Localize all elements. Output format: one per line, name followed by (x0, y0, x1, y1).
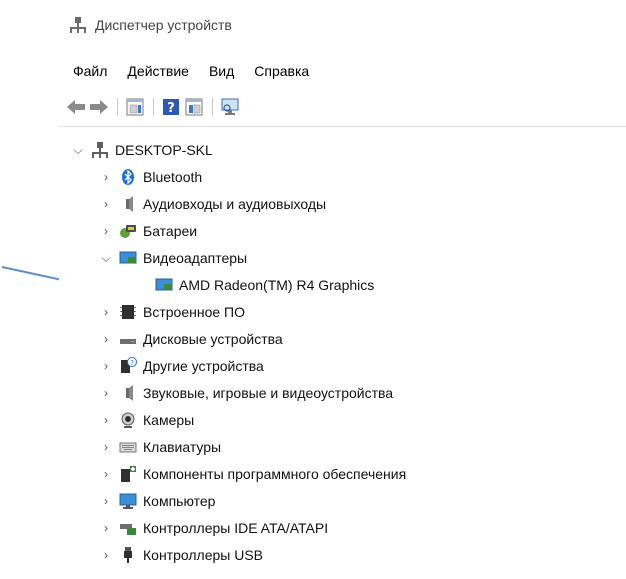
tree-item-batteries[interactable]: › Батареи (99, 219, 197, 243)
tree-item-audio-io[interactable]: › Аудиовходы и аудиовыходы (99, 192, 326, 216)
tree-item-label: Батареи (143, 223, 198, 239)
toolbar: ? (65, 96, 242, 118)
scan-hardware-button[interactable] (219, 96, 241, 118)
tree-item-label: Дисковые устройства (143, 331, 283, 347)
computer-icon (91, 141, 109, 159)
usb-icon (119, 546, 137, 564)
help-icon: ? (163, 99, 179, 116)
software-component-icon (119, 465, 137, 483)
tree-item-label: Контроллеры IDE ATA/ATAPI (143, 520, 329, 536)
tree-item-label: Клавиатуры (143, 439, 222, 455)
chevron-right-icon[interactable]: › (99, 467, 113, 481)
monitor-icon (119, 492, 137, 510)
chevron-right-icon[interactable]: › (99, 359, 113, 373)
chevron-right-icon[interactable]: › (99, 170, 113, 184)
device-manager-app-icon (69, 16, 87, 34)
tree-item-cameras[interactable]: › Камеры (99, 408, 194, 432)
tree-item-usb-controllers[interactable]: › Контроллеры USB (99, 543, 263, 567)
menu-file[interactable]: Файл (73, 61, 107, 81)
tree-item-label: Контроллеры USB (143, 547, 263, 563)
tree-item-display-adapters[interactable]: ⌵ Видеоадаптеры (99, 246, 247, 270)
forward-button[interactable] (88, 96, 110, 118)
tree-item-firmware[interactable]: › Встроенное ПО (99, 300, 245, 324)
display-adapter-icon (155, 276, 173, 294)
chevron-right-icon[interactable]: › (99, 332, 113, 346)
menu-help[interactable]: Справка (254, 61, 309, 81)
properties-icon (126, 98, 144, 116)
tree-root-label: DESKTOP-SKL (115, 142, 213, 158)
disk-drive-icon (119, 330, 137, 348)
monitor-scan-icon (221, 98, 239, 115)
forward-arrow-icon (90, 100, 108, 114)
svg-text:?: ? (130, 359, 134, 367)
menu-action[interactable]: Действие (127, 61, 189, 81)
tree-item-software-components[interactable]: › Компоненты программного обеспечения (99, 462, 406, 486)
bluetooth-icon (119, 168, 137, 186)
chevron-right-icon[interactable]: › (99, 413, 113, 427)
chevron-right-icon[interactable]: › (99, 197, 113, 211)
toolbar-divider (59, 126, 626, 127)
ide-controller-icon (119, 519, 137, 537)
help-button[interactable]: ? (160, 96, 182, 118)
svg-text:?: ? (167, 101, 175, 116)
speaker-icon (119, 195, 137, 213)
update-driver-icon (185, 98, 203, 116)
display-adapter-icon (119, 249, 137, 267)
unknown-device-icon: ? (119, 357, 137, 375)
chevron-right-icon[interactable]: › (99, 548, 113, 562)
tree-item-label: Компьютер (143, 493, 216, 509)
tree-item-label: Встроенное ПО (143, 304, 245, 320)
tree-item-ide-controllers[interactable]: › Контроллеры IDE ATA/ATAPI (99, 516, 328, 540)
toolbar-separator (153, 98, 154, 116)
tree-item-label: AMD Radeon(TM) R4 Graphics (179, 277, 375, 293)
menu-view[interactable]: Вид (209, 61, 234, 81)
title-bar: Диспетчер устройств (69, 13, 232, 37)
tree-item-amd-radeon[interactable]: AMD Radeon(TM) R4 Graphics (149, 273, 374, 297)
tree-item-label: Звуковые, игровые и видеоустройства (143, 385, 394, 401)
properties-button[interactable] (124, 96, 146, 118)
tree-item-label: Камеры (143, 412, 195, 428)
tree-item-label: Компоненты программного обеспечения (143, 466, 407, 482)
tree-item-label: Другие устройства (143, 358, 264, 374)
camera-icon (119, 411, 137, 429)
tree-item-label: Аудиовходы и аудиовыходы (143, 196, 327, 212)
tree-root[interactable]: ⌵ DESKTOP-SKL (71, 138, 213, 162)
tree-item-sound-video-game[interactable]: › Звуковые, игровые и видеоустройства (99, 381, 393, 405)
tree-item-disk-drives[interactable]: › Дисковые устройства (99, 327, 283, 351)
tree-item-label: Видеоадаптеры (143, 250, 248, 266)
toolbar-separator (117, 98, 118, 116)
tree-item-computer[interactable]: › Компьютер (99, 489, 215, 513)
speaker-icon (119, 384, 137, 402)
device-manager-window: Диспетчер устройств Файл Действие Вид Сп… (59, 0, 626, 579)
chevron-down-icon[interactable]: ⌵ (99, 251, 113, 265)
update-driver-button[interactable] (183, 96, 205, 118)
window-title: Диспетчер устройств (95, 17, 232, 33)
tree-item-bluetooth[interactable]: › Bluetooth (99, 165, 202, 189)
tree-item-other-devices[interactable]: › ? Другие устройства (99, 354, 264, 378)
back-arrow-icon (67, 100, 85, 114)
battery-icon (119, 222, 137, 240)
chevron-right-icon[interactable]: › (99, 521, 113, 535)
chevron-right-icon[interactable]: › (99, 494, 113, 508)
chevron-right-icon[interactable]: › (99, 440, 113, 454)
chevron-right-icon[interactable]: › (99, 386, 113, 400)
back-button[interactable] (65, 96, 87, 118)
chevron-down-icon[interactable]: ⌵ (71, 143, 85, 157)
firmware-icon (119, 303, 137, 321)
chevron-right-icon[interactable]: › (99, 305, 113, 319)
tree-item-label: Bluetooth (143, 169, 203, 185)
keyboard-icon (119, 438, 137, 456)
chevron-right-icon[interactable]: › (99, 224, 113, 238)
menu-bar: Файл Действие Вид Справка (73, 58, 329, 84)
toolbar-separator (212, 98, 213, 116)
tree-item-keyboards[interactable]: › Клавиатуры (99, 435, 221, 459)
